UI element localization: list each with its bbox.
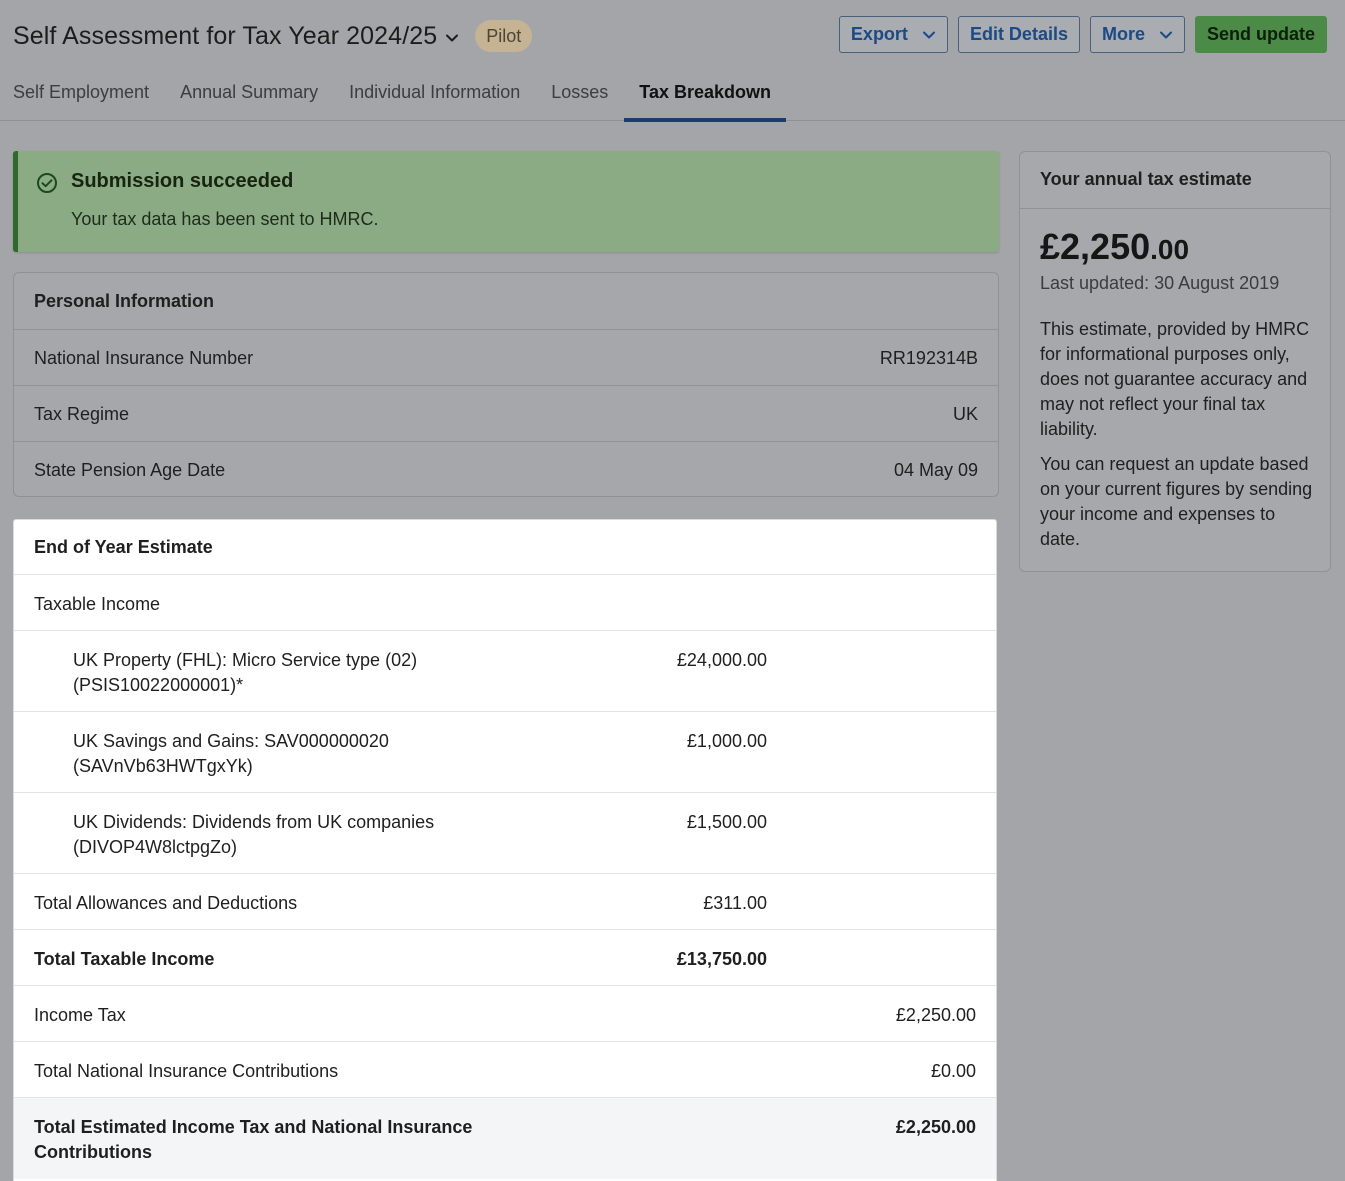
export-button-label: Export [850, 24, 908, 44]
allowances-label: Total Allowances and Deductions [34, 893, 298, 913]
chevron-down-icon [922, 31, 935, 38]
page-header: Self Assessment for Tax Year 2024/25 Pil… [0, 0, 1345, 122]
card-header: End of Year Estimate [14, 520, 996, 574]
alert-title: Submission succeeded [71, 170, 294, 192]
income-item-value: £1,000.00 [686, 731, 767, 751]
end-of-year-estimate-card: End of Year Estimate Taxable Income UK P… [13, 519, 997, 1181]
income-item-label: UK Savings and Gains: SAV000000020 (SAVn… [73, 731, 389, 776]
more-button[interactable]: More [1089, 16, 1185, 53]
tab-losses[interactable]: Losses [551, 72, 608, 121]
table-row: Total Taxable Income £13,750.00 [14, 929, 996, 985]
update-info-text: You can request an update based on your … [1040, 454, 1313, 549]
more-button-label: More [1101, 24, 1145, 44]
send-update-button[interactable]: Send update [1194, 16, 1327, 53]
income-item-label: UK Dividends: Dividends from UK companie… [73, 812, 435, 857]
pilot-badge: Pilot [475, 20, 533, 52]
page-title: Self Assessment for Tax Year 2024/25 [13, 21, 438, 50]
tab-self-employment[interactable]: Self Employment [13, 72, 149, 121]
income-item-value: £1,500.00 [686, 812, 767, 832]
check-circle-icon [36, 172, 58, 194]
row-value: 04 May 09 [893, 460, 978, 480]
total-estimated-value: £2,250.00 [895, 1117, 976, 1137]
allowances-value: £311.00 [703, 893, 767, 913]
personal-information-card: Personal Information National Insurance … [13, 272, 999, 497]
income-tax-label: Income Tax [34, 1005, 126, 1025]
tab-individual-information[interactable]: Individual Information [349, 72, 520, 121]
nic-label: Total National Insurance Contributions [34, 1061, 339, 1081]
table-row: UK Savings and Gains: SAV000000020 (SAVn… [14, 711, 996, 792]
total-taxable-label: Total Taxable Income [34, 949, 215, 969]
row-value: RR192314B [879, 348, 978, 368]
nic-value: £0.00 [930, 1061, 976, 1081]
annual-tax-estimate-panel: Your annual tax estimate £2,250.00 Last … [1019, 151, 1331, 572]
row-label: Tax Regime [34, 404, 130, 424]
export-button[interactable]: Export [838, 16, 948, 53]
chevron-down-icon[interactable] [445, 31, 459, 45]
income-item-value: £24,000.00 [676, 650, 767, 670]
table-row: State Pension Age Date 04 May 09 [14, 441, 998, 496]
header-actions: Export Edit Details More Send update [838, 16, 1327, 53]
last-updated: Last updated: 30 August 2019 [1040, 273, 1280, 293]
income-item-label: UK Property (FHL): Micro Service type (0… [73, 650, 418, 695]
success-alert: Submission succeeded Your tax data has b… [13, 151, 999, 252]
table-row: Total Allowances and Deductions £311.00 [14, 873, 996, 929]
total-taxable-value: £13,750.00 [676, 949, 767, 969]
table-row: Income Tax £2,250.00 [14, 985, 996, 1041]
income-tax-value: £2,250.00 [895, 1005, 976, 1025]
table-row: Tax Regime UK [14, 385, 998, 441]
taxable-income-label: Taxable Income [34, 594, 161, 614]
disclaimer-text: This estimate, provided by HMRC for info… [1040, 319, 1310, 439]
tab-annual-summary[interactable]: Annual Summary [180, 72, 318, 121]
alert-message: Your tax data has been sent to HMRC. [71, 209, 379, 229]
edit-details-button[interactable]: Edit Details [957, 16, 1080, 53]
row-label: State Pension Age Date [34, 460, 226, 480]
estimate-heading: End of Year Estimate [34, 537, 213, 557]
estimate-amount-cents: .00 [1150, 234, 1190, 265]
tab-bar: Self Employment Annual Summary Individua… [13, 72, 817, 122]
tab-tax-breakdown[interactable]: Tax Breakdown [624, 72, 786, 122]
table-row: UK Dividends: Dividends from UK companie… [14, 792, 996, 873]
table-row: Total Estimated Income Tax and National … [14, 1097, 996, 1179]
table-row: National Insurance Number RR192314B [14, 329, 998, 385]
table-row: Total National Insurance Contributions £… [14, 1041, 996, 1097]
table-row: UK Property (FHL): Micro Service type (0… [14, 630, 996, 711]
panel-heading: Your annual tax estimate [1020, 152, 1330, 209]
estimate-amount-main: £2,250 [1040, 226, 1151, 267]
table-row: Taxable Income [14, 574, 996, 630]
chevron-down-icon [1159, 31, 1172, 38]
title-row: Self Assessment for Tax Year 2024/25 Pil… [13, 16, 533, 56]
total-estimated-label: Total Estimated Income Tax and National … [34, 1117, 473, 1162]
row-label: National Insurance Number [34, 348, 254, 368]
estimate-amount: £2,250.00 [1040, 226, 1189, 268]
personal-information-heading: Personal Information [34, 291, 215, 311]
card-header: Personal Information [14, 273, 998, 329]
row-value: UK [952, 404, 978, 424]
